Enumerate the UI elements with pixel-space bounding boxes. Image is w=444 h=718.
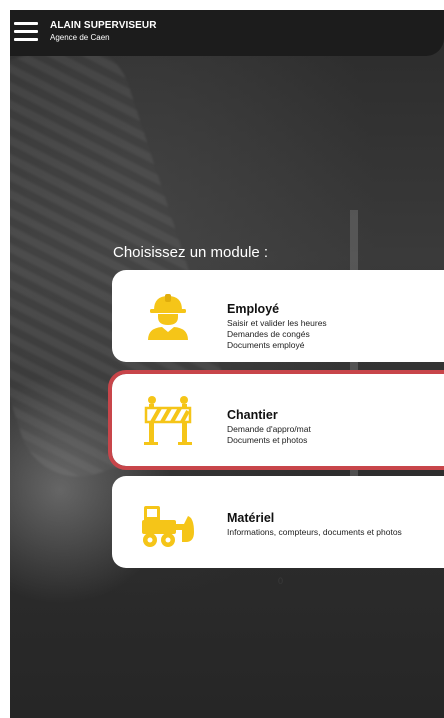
module-description-line: Demandes de congés xyxy=(227,329,310,339)
module-description-line: Documents employé xyxy=(227,340,305,350)
user-name: ALAIN SUPERVISEUR xyxy=(50,20,157,31)
module-description-line: Demande d'appro/mat xyxy=(227,424,311,434)
module-card-equipment[interactable]: Matériel Informations, compteurs, docume… xyxy=(112,476,444,568)
module-description-line: Saisir et valider les heures xyxy=(227,318,327,328)
worker-hardhat-icon xyxy=(148,294,188,340)
module-card-construction-site[interactable]: Chantier Demande d'appro/mat Documents e… xyxy=(108,370,444,470)
module-title: Employé xyxy=(227,302,280,316)
module-card-employee[interactable]: Employé Saisir et valider les heures Dem… xyxy=(112,270,444,362)
module-prompt: Choisissez un module : xyxy=(113,244,269,261)
page-indicator: 0 xyxy=(278,576,284,586)
agency-name: Agence de Caen xyxy=(50,33,110,42)
app-header: ALAIN SUPERVISEUR Agence de Caen xyxy=(10,10,444,56)
app-screen: ALAIN SUPERVISEUR Agence de Caen Choisis… xyxy=(10,10,444,718)
module-title: Matériel xyxy=(227,511,275,525)
module-description-line: Documents et photos xyxy=(227,435,308,445)
construction-barrier-icon xyxy=(144,396,192,445)
module-description-line: Informations, compteurs, documents et ph… xyxy=(227,527,402,537)
module-description: Demande d'appro/mat Documents et photos xyxy=(227,424,311,446)
bulldozer-icon xyxy=(142,506,194,547)
module-description: Saisir et valider les heures Demandes de… xyxy=(227,318,327,351)
module-description: Informations, compteurs, documents et ph… xyxy=(227,527,417,538)
module-title: Chantier xyxy=(227,408,278,422)
hamburger-menu-icon[interactable] xyxy=(14,22,38,42)
